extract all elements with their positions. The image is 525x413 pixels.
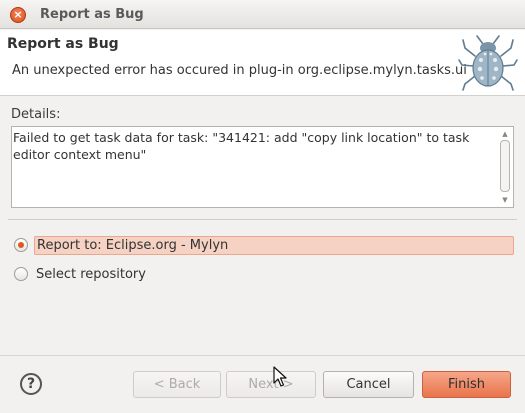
title-bar: × Report as Bug	[0, 0, 525, 29]
report-to-option[interactable]: Report to: Eclipse.org - Mylyn	[14, 234, 514, 256]
select-repository-label[interactable]: Select repository	[34, 265, 148, 284]
details-text[interactable]: Failed to get task data for task: "34142…	[13, 129, 498, 163]
mouse-cursor-icon	[273, 366, 287, 387]
finish-button[interactable]: Finish	[422, 371, 511, 398]
scroll-up-icon[interactable]: ▲	[500, 129, 510, 139]
details-label: Details:	[11, 107, 61, 122]
report-to-label[interactable]: Report to: Eclipse.org - Mylyn	[34, 235, 514, 255]
help-icon[interactable]: ?	[20, 373, 42, 395]
report-to-radio[interactable]	[14, 238, 28, 252]
window-title: Report as Bug	[40, 7, 144, 22]
banner-title: Report as Bug	[7, 36, 119, 52]
scroll-down-icon[interactable]: ▼	[500, 195, 510, 205]
banner-message: An unexpected error has occured in plug-…	[12, 63, 467, 78]
button-bar-separator	[0, 355, 525, 356]
details-text-area[interactable]: Failed to get task data for task: "34142…	[11, 126, 514, 208]
close-icon[interactable]: ×	[10, 7, 26, 23]
next-button[interactable]: Next >	[226, 371, 316, 398]
separator	[8, 219, 517, 220]
select-repository-radio[interactable]	[14, 267, 28, 281]
back-button[interactable]: < Back	[133, 371, 221, 398]
scrollbar-thumb[interactable]	[500, 140, 510, 192]
bug-icon	[458, 35, 518, 91]
cancel-button[interactable]: Cancel	[323, 371, 414, 398]
select-repository-option[interactable]: Select repository	[14, 263, 148, 285]
dialog-banner: Report as Bug An unexpected error has oc…	[0, 30, 525, 96]
details-scrollbar[interactable]: ▲ ▼	[498, 128, 512, 206]
